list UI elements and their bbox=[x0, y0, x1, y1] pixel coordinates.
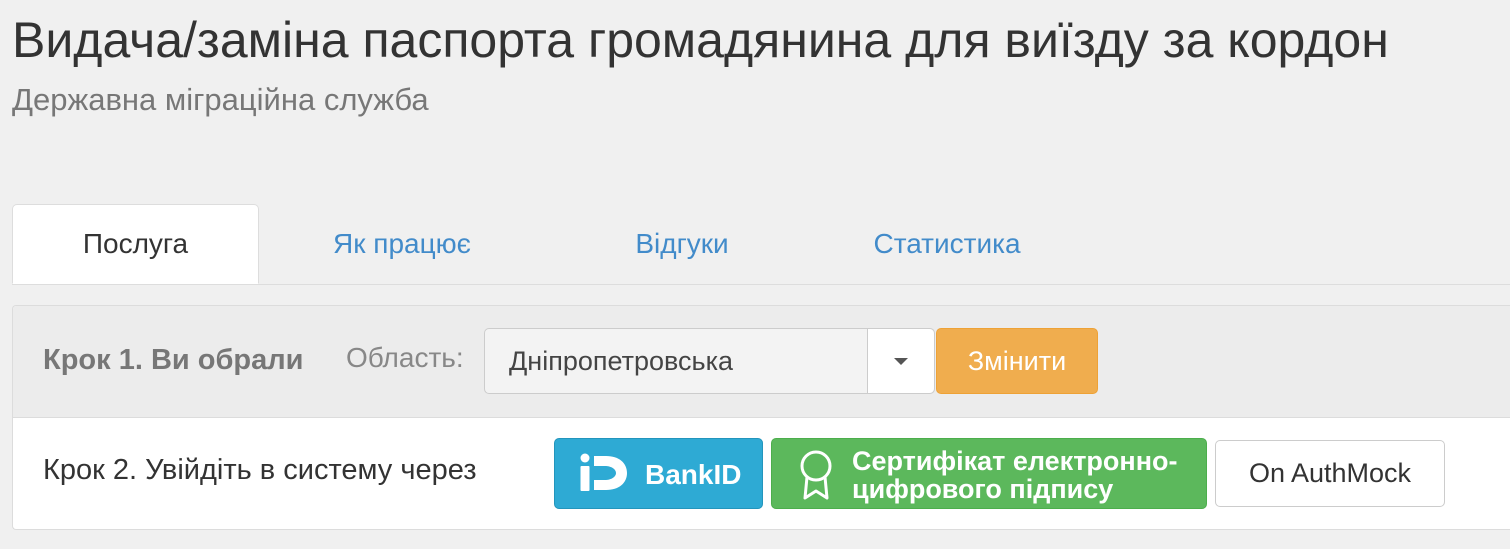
change-region-button[interactable]: Змінити bbox=[936, 328, 1098, 394]
bankid-logo-icon bbox=[580, 453, 627, 491]
caret-down-icon[interactable] bbox=[867, 329, 934, 393]
tabs-nav: Послуга Як працює Відгуки Статистика bbox=[12, 204, 1510, 285]
tab-reviews[interactable]: Відгуки bbox=[592, 204, 772, 284]
region-select-value: Дніпропетровська bbox=[509, 346, 734, 376]
region-select[interactable]: Дніпропетровська bbox=[484, 328, 935, 394]
service-page: Видача/заміна паспорта громадянина для в… bbox=[0, 0, 1510, 549]
step1-label: Крок 1. Ви обрали bbox=[43, 344, 304, 376]
bankid-label: BankID bbox=[645, 459, 742, 490]
region-label: Область: bbox=[346, 342, 464, 373]
service-panel: Крок 1. Ви обрали Область: Дніпропетровс… bbox=[12, 305, 1510, 530]
digital-signature-button[interactable]: Сертифікат електронно- цифрового підпису bbox=[771, 438, 1207, 509]
tab-service[interactable]: Послуга bbox=[12, 204, 259, 284]
bankid-button[interactable]: BankID bbox=[554, 438, 763, 509]
digital-signature-label-line1: Сертифікат електронно- bbox=[852, 446, 1178, 476]
tab-statistics[interactable]: Статистика bbox=[847, 204, 1047, 284]
step2-label: Крок 2. Увійдіть в систему через bbox=[43, 454, 477, 486]
tab-how-it-works[interactable]: Як працює bbox=[302, 204, 502, 284]
page-subtitle: Державна міграційна служба bbox=[12, 82, 429, 117]
digital-signature-label-line2: цифрового підпису bbox=[852, 474, 1114, 504]
step1-header: Крок 1. Ви обрали Область: Дніпропетровс… bbox=[13, 306, 1510, 418]
authmock-button[interactable]: On AuthMock bbox=[1215, 440, 1445, 507]
page-title: Видача/заміна паспорта громадянина для в… bbox=[12, 12, 1389, 68]
award-ribbon-icon bbox=[800, 450, 832, 500]
digital-signature-label: Сертифікат електронно- цифрового підпису bbox=[852, 447, 1178, 503]
